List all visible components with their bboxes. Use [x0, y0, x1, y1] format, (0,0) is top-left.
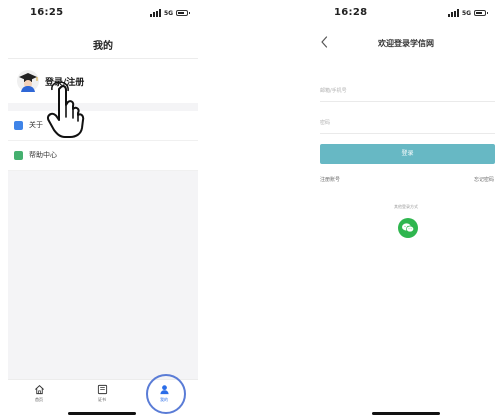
graduate-avatar-icon	[17, 70, 39, 92]
tab-label: 证书	[98, 397, 106, 402]
wechat-login-button[interactable]	[398, 218, 418, 238]
page-title: 我的	[93, 41, 113, 52]
tab-label: 首页	[35, 397, 43, 402]
account-placeholder: 邮箱/手机号	[320, 88, 347, 94]
tab-certificate[interactable]: 证书	[82, 384, 122, 403]
register-link[interactable]: 注册账号	[320, 176, 340, 183]
battery-icon	[474, 10, 489, 16]
wechat-icon	[402, 223, 415, 233]
network-label: 5G	[462, 9, 472, 17]
home-icon	[34, 385, 44, 395]
mine-tab-highlight	[146, 374, 186, 414]
network-label: 5G	[164, 9, 174, 17]
left-phone-screen: 16:25 5G 我的 登录/注册 关于 帮助中心 首页 证书 我的	[8, 0, 198, 418]
help-icon	[14, 151, 23, 160]
forgot-password-link[interactable]: 忘记密码	[474, 176, 494, 183]
certificate-icon	[97, 384, 107, 395]
tab-home[interactable]: 首页	[19, 384, 59, 403]
signal-icon	[448, 9, 459, 17]
menu-item-help-center[interactable]: 帮助中心	[8, 141, 198, 171]
login-button[interactable]: 登录	[320, 144, 495, 164]
account-field[interactable]: 邮箱/手机号	[320, 79, 495, 102]
login-register-card[interactable]: 登录/注册	[8, 59, 198, 103]
home-indicator	[68, 412, 136, 415]
hand-pointer-icon	[46, 82, 85, 138]
menu-list: 关于 帮助中心	[8, 111, 198, 171]
info-icon	[14, 121, 23, 130]
right-phone-screen: 16:28 5G 欢迎登录学信网 邮箱/手机号 密码 登录 注册账号 忘记密码 …	[314, 0, 498, 418]
password-placeholder: 密码	[320, 120, 331, 126]
status-bar: 16:28 5G	[314, 0, 498, 28]
battery-icon	[176, 10, 191, 16]
page-title: 欢迎登录学信网	[378, 39, 434, 48]
status-indicators: 5G	[150, 8, 191, 18]
status-bar: 16:25 5G	[8, 0, 198, 28]
menu-item-label: 帮助中心	[29, 151, 57, 159]
third-party-login-label: 其他登录方式	[394, 204, 418, 209]
signal-icon	[150, 9, 161, 17]
status-time: 16:28	[334, 7, 368, 18]
status-indicators: 5G	[448, 8, 489, 18]
password-field[interactable]: 密码	[320, 111, 495, 134]
menu-item-about[interactable]: 关于	[8, 111, 198, 141]
my-page-header: 我的	[8, 28, 198, 59]
home-indicator	[372, 412, 440, 415]
login-header: 欢迎登录学信网	[314, 28, 498, 58]
status-time: 16:25	[30, 7, 64, 18]
